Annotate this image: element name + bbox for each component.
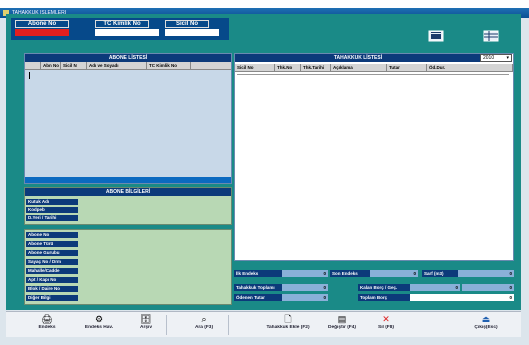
tahakkuk-listesi-title: TAHAKKUK LİSTESİ [235,54,481,62]
abone-no-input[interactable] [15,29,69,36]
abone-gurubu-field: Abone Gurubu [26,250,78,256]
column-adi-soyadi[interactable]: Adı ve Soyadı [87,62,147,69]
kutuk-adi-label: Kutuk Adı [26,199,78,205]
degistir-label: Değiştir (F4) [328,325,356,330]
year-value: 2010 [483,55,495,61]
column-thk-no[interactable]: Thk.No [275,64,301,71]
exit-door-icon: ⏏ [481,314,491,324]
abone-listesi-title: ABONE LİSTESİ [25,54,231,62]
archive-icon: 🗄 [140,314,152,324]
kalan-borc-value: 0 [410,284,460,291]
endeks-label: Endeks [38,325,56,330]
endeks-hav-button[interactable]: ⚙ Endeks Hav. [82,314,116,336]
toolbar-divider [228,315,229,335]
toolbar-divider [166,315,167,335]
tahakkuk-toplami-value: 0 [282,284,328,291]
blok-daire-no-field: Blok / Daire No [26,286,78,292]
horizontal-scrollbar[interactable] [25,177,231,183]
column-tc-kimlik[interactable]: TC Kimlik No [147,62,191,69]
abone-listesi-panel: ABONE LİSTESİ Abn No Sicil N Adı ve Soya… [24,53,232,184]
arsiv-button[interactable]: 🗄 Arşiv [134,314,158,336]
ilk-endeks-label: İlk Endeks [234,270,282,277]
tc-kimlik-no-label: TC Kimlik No [95,20,149,28]
column-abn-no[interactable]: Abn No [41,62,61,69]
ara-button[interactable]: ⌕ Ara (F3) [190,314,218,336]
tahakkuk-ekle-button[interactable]: 🗋 Tahakkuk Ekle (F2) [262,314,314,336]
search-icon: ⌕ [201,314,207,324]
ilk-endeks-value: 0 [282,270,328,277]
column-tutar[interactable]: Tutar [387,64,427,71]
sicil-no-input[interactable] [165,29,219,36]
odenen-tutar-label: Ödenen Tutar [234,294,282,301]
abone-no-field: Abone No [26,232,78,238]
bottom-toolbar: 🖨 Endeks ⚙ Endeks Hav. 🗄 Arşiv ⌕ Ara (F3… [6,311,521,337]
edit-icon: ▤ [337,314,347,324]
column-selector [25,62,41,69]
calculator-icon[interactable] [428,30,444,42]
column-od-dur[interactable]: Öd.Dur. [427,64,513,71]
abone-detay-panel: Abone No Abone Türü Abone Gurubu Sayaç N… [24,229,232,305]
diger-bilgi-field: Diğer Bilgi [26,295,78,301]
abone-bilgileri-title: ABONE BİLGİLERİ [25,188,231,196]
tahakkuk-toplami-label: Tahakkuk Toplamı [234,284,282,291]
dyeri-tarihi-label: D.Yeri / Tarihi [26,215,78,221]
table-icon[interactable] [483,30,499,42]
tc-kimlik-no-input[interactable] [95,29,159,36]
son-endeks-label: Son Endeks [330,270,370,277]
cikis-label: Çıkış(Esc) [474,325,498,330]
column-aciklama[interactable]: Açıklama [331,64,387,71]
odenen-tutar-value: 0 [282,294,328,301]
sil-button[interactable]: ✕ Sil (F8) [372,314,400,336]
son-endeks-value: 0 [370,270,418,277]
cikis-button[interactable]: ⏏ Çıkış(Esc) [470,314,502,336]
add-document-icon: 🗋 [284,314,292,324]
sayac-no-field: Sayaç No / Drm [26,259,78,265]
year-select[interactable]: 2010 ▾ [480,54,512,62]
sarf-value: 0 [458,270,514,277]
ara-label: Ara (F3) [194,325,214,330]
kalan-borc-gec-value: 0 [462,284,514,291]
column-sicil-no[interactable]: Sicil N [61,62,87,69]
apt-kapi-no-field: Apt / Kapı No [26,277,78,283]
degistir-button[interactable]: ▤ Değiştir (F4) [324,314,360,336]
toplam-borc-value: 0 [410,294,514,301]
abone-bilgileri-panel: ABONE BİLGİLERİ Kutuk Adı Kodpeb D.Yeri … [24,187,232,225]
search-panel: Abone No TC Kimlik No Sicil No [11,18,229,40]
row-separator [237,74,509,75]
gear-icon: ⚙ [94,314,104,324]
sil-label: Sil (F8) [378,325,394,330]
tahakkuk-listesi-header: Sicil No Thk.No Thk.Tarihi Açıklama Tuta… [235,64,513,72]
arsiv-label: Arşiv [140,325,152,330]
endeks-button[interactable]: 🖨 Endeks [32,314,62,336]
abone-no-label: Abone No [15,20,69,28]
delete-x-icon: ✕ [382,314,390,324]
abone-listesi-header: Abn No Sicil N Adı ve Soyadı TC Kimlik N… [25,62,231,70]
kalan-borc-label: Kalan Borç / Geç. [358,284,410,291]
sicil-no-label: Sicil No [165,20,209,28]
toplam-borc-label: Toplam Borç [358,294,410,301]
chevron-down-icon: ▾ [506,55,509,61]
tahakkuk-ekle-label: Tahakkuk Ekle (F2) [266,325,310,330]
sarf-label: Sarf (m3) [422,270,458,277]
tahakkuk-listesi-panel: TAHAKKUK LİSTESİ 2010 ▾ Sicil No Thk.No T… [234,53,514,261]
row-cursor [29,72,30,79]
mahalle-cadde-field: Mahalle/Cadde [26,268,78,274]
endeks-hav-label: Endeks Hav. [84,325,114,330]
printer-icon: 🖨 [41,314,53,324]
column-thk-tarihi[interactable]: Thk.Tarihi [301,64,331,71]
abone-turu-field: Abone Türü [26,241,78,247]
column-sicil-no[interactable]: Sicil No [235,64,275,71]
kodpeb-label: Kodpeb [26,207,78,213]
